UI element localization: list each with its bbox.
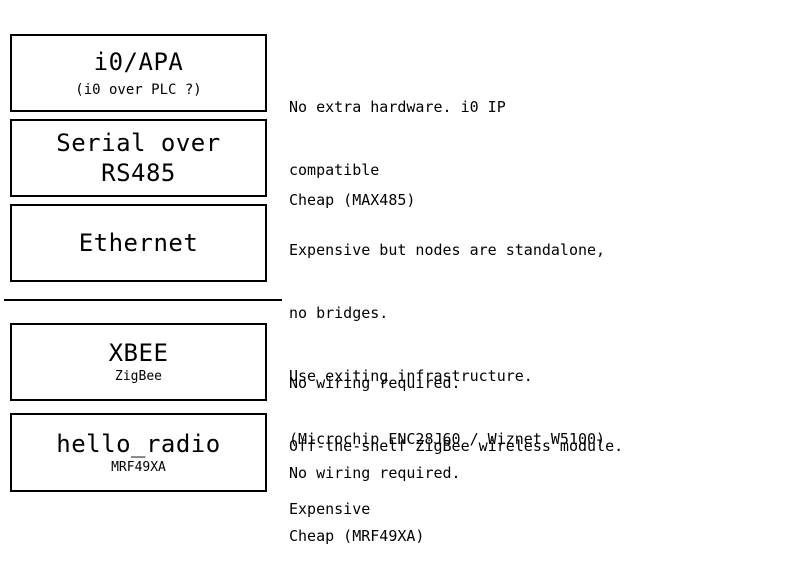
option-box-ethernet: Ethernet bbox=[10, 204, 267, 282]
option-description-hello-radio: No wiring required. Cheap (MRF49XA) bbox=[289, 421, 461, 568]
description-line: No extra hardware. i0 IP bbox=[289, 98, 506, 116]
option-box-hello-radio: hello_radio MRF49XA bbox=[10, 413, 267, 492]
description-line: Cheap (MRF49XA) bbox=[289, 527, 425, 545]
option-title: Ethernet bbox=[78, 229, 199, 257]
option-title-line-1: Serial over bbox=[56, 129, 221, 157]
description-line: Expensive but nodes are standalone, bbox=[289, 241, 606, 259]
description-line: No wiring required. bbox=[289, 374, 461, 392]
option-box-xbee: XBEE ZigBee bbox=[10, 323, 267, 401]
description-line: no bridges. bbox=[289, 304, 389, 322]
option-subtitle: MRF49XA bbox=[111, 459, 166, 475]
option-title: i0/APA bbox=[93, 48, 184, 76]
option-title: hello_radio bbox=[56, 429, 221, 458]
option-box-serial-rs485: Serial over RS485 bbox=[10, 119, 267, 197]
option-subtitle: (i0 over PLC ?) bbox=[75, 82, 202, 98]
description-line: No wiring required. bbox=[289, 464, 461, 482]
option-subtitle: ZigBee bbox=[115, 369, 162, 384]
option-box-i0-apa: i0/APA (i0 over PLC ?) bbox=[10, 34, 267, 112]
option-title-line-2: RS485 bbox=[101, 159, 176, 187]
option-title: XBEE bbox=[108, 339, 169, 367]
wired-wireless-divider bbox=[4, 299, 282, 301]
